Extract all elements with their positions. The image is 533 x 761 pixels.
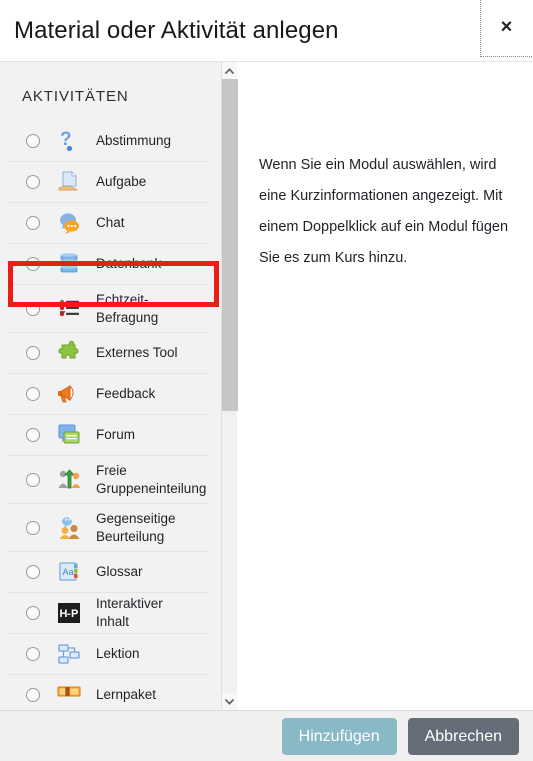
module-info-panel: Wenn Sie ein Modul auswählen, wird eine … — [237, 62, 533, 710]
activity-list-item[interactable]: Freie Gruppeneinteilung — [8, 456, 207, 504]
activity-radio[interactable] — [26, 472, 40, 487]
puzzle-piece-icon — [56, 340, 82, 366]
activity-list-item[interactable]: Aufgabe — [8, 162, 207, 203]
chevron-up-icon — [225, 67, 234, 74]
activity-radio[interactable] — [26, 216, 40, 230]
scroll-up-button[interactable] — [222, 62, 237, 79]
database-icon — [56, 251, 82, 277]
activity-list-item[interactable]: Lektion — [8, 634, 207, 675]
activity-list-item[interactable]: Aa Glossar — [8, 552, 207, 593]
activity-label: Lernpaket — [96, 687, 157, 702]
question-mark-icon: ? — [56, 128, 82, 154]
svg-text:P: P — [71, 608, 78, 620]
activity-label: Gegenseitige Beurteilung — [96, 510, 176, 544]
speech-bubbles-icon — [56, 210, 82, 236]
flowchart-icon — [56, 641, 82, 667]
activity-label: Aufgabe — [96, 174, 147, 189]
activity-list-item[interactable]: Datenbank — [8, 244, 207, 285]
dialog-footer: Hinzufügen Abbrechen — [0, 710, 533, 761]
activity-radio[interactable] — [26, 387, 40, 401]
section-heading-activities: AKTIVITÄTEN — [22, 88, 129, 105]
activity-label: Glossar — [96, 564, 143, 579]
megaphone-icon — [56, 381, 82, 407]
page-title: Material oder Aktivität anlegen — [14, 16, 339, 44]
dialog-body: AKTIVITÄTEN ? Abstimmung Aufgabe Chat Datenb… — [0, 62, 533, 710]
glossary-icon: Aa — [56, 559, 82, 585]
activity-list-item[interactable]: Echtzeit-Befragung — [8, 285, 207, 333]
activity-label: Echtzeit-Befragung — [96, 291, 159, 325]
h5p-icon: H-P — [56, 600, 82, 626]
svg-text:"": "" — [65, 518, 72, 525]
activity-label: Abstimmung — [96, 133, 172, 148]
activity-list-item[interactable]: "" Gegenseitige Beurteilung — [8, 504, 207, 552]
activity-radio[interactable] — [26, 688, 40, 702]
activity-label: Lektion — [96, 646, 140, 661]
svg-text:Aa: Aa — [63, 567, 74, 577]
group-arrow-icon — [56, 467, 82, 493]
activity-radio[interactable] — [26, 606, 40, 620]
forum-bubbles-icon — [56, 422, 82, 448]
activity-list-item[interactable]: ? Abstimmung — [8, 121, 207, 162]
activity-radio[interactable] — [26, 301, 40, 316]
create-activity-dialog: Material oder Aktivität anlegen × AKTIVI… — [0, 0, 533, 761]
add-button[interactable]: Hinzufügen — [281, 717, 397, 755]
activity-radio[interactable] — [26, 428, 40, 442]
activity-list-item[interactable]: Lernpaket — [8, 675, 207, 710]
peer-review-icon: "" — [56, 515, 82, 541]
package-icon — [56, 682, 82, 708]
close-icon: × — [500, 16, 513, 38]
activity-radio[interactable] — [26, 134, 40, 148]
activity-label: Chat — [96, 215, 125, 230]
close-button[interactable]: × — [480, 0, 532, 57]
activity-list-item[interactable]: H - P Interaktiver Inhalt — [8, 593, 207, 634]
module-info-text: Wenn Sie ein Modul auswählen, wird eine … — [259, 157, 509, 266]
activity-label: Datenbank — [96, 256, 162, 271]
cancel-button[interactable]: Abbrechen — [407, 717, 519, 755]
activity-list-item[interactable]: Chat — [8, 203, 207, 244]
scroll-down-button[interactable] — [222, 693, 237, 710]
activity-list-item[interactable]: Forum — [8, 415, 207, 456]
activity-radio[interactable] — [26, 565, 40, 579]
chevron-down-icon — [225, 698, 234, 705]
activity-label: Freie Gruppeneinteilung — [96, 462, 207, 496]
activity-label: Feedback — [96, 386, 156, 401]
activity-radio[interactable] — [26, 520, 40, 535]
activity-list-panel: AKTIVITÄTEN ? Abstimmung Aufgabe Chat Datenb… — [0, 62, 221, 710]
activity-label: Externes Tool — [96, 345, 178, 360]
activity-radio[interactable] — [26, 647, 40, 661]
activity-radio[interactable] — [26, 175, 40, 189]
dialog-header: Material oder Aktivität anlegen × — [0, 0, 533, 62]
activity-radio[interactable] — [26, 257, 40, 271]
document-hand-icon — [56, 169, 82, 195]
activity-label: Forum — [96, 427, 136, 442]
checklist-icon — [56, 296, 82, 322]
scrollbar-thumb[interactable] — [222, 79, 238, 411]
activity-label: Interaktiver Inhalt — [96, 596, 163, 629]
activity-radio[interactable] — [26, 346, 40, 360]
activity-list: ? Abstimmung Aufgabe Chat Datenbank Echtzeit-… — [0, 121, 221, 710]
activity-list-item[interactable]: Feedback — [8, 374, 207, 415]
activity-list-item[interactable]: Externes Tool — [8, 333, 207, 374]
activity-list-inner: AKTIVITÄTEN ? Abstimmung Aufgabe Chat Datenb… — [0, 62, 221, 710]
list-scrollbar[interactable] — [221, 62, 238, 710]
